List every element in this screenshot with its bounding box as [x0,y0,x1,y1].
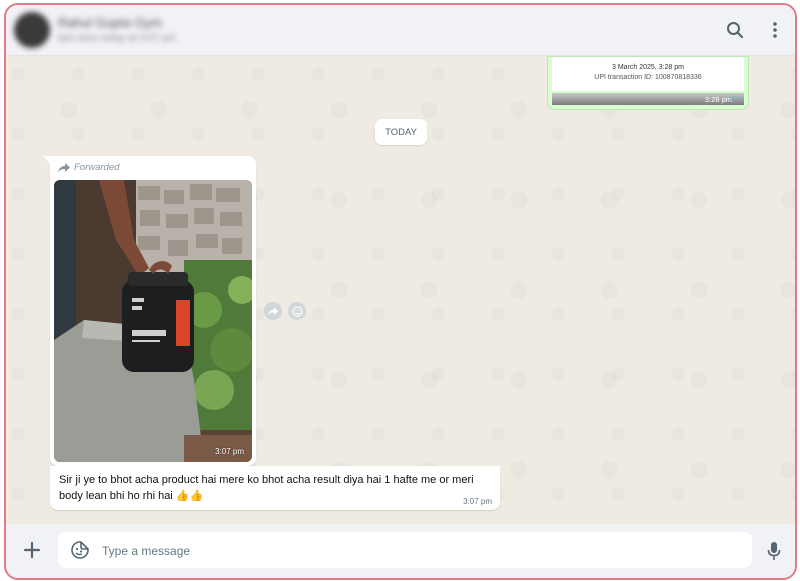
contact-status: last seen today at 3:07 pm [58,33,176,44]
forwarded-media-message[interactable]: Forwarded 3:07 pm [43,156,256,466]
search-icon[interactable] [724,19,746,41]
compose-bar [6,524,795,578]
emoji-icon [291,305,303,317]
chat-area[interactable]: 3 March 2025, 3:28 pm UPI transaction ID… [6,56,795,524]
microphone-icon[interactable] [764,540,784,562]
message-input-box[interactable] [58,532,752,570]
forward-arrow-icon [268,306,278,315]
outgoing-payment-message[interactable]: 3 March 2025, 3:28 pm UPI transaction ID… [547,56,749,110]
menu-icon[interactable] [764,19,786,41]
transaction-id: UPI transaction ID: 100870818336 [594,74,702,81]
forwarded-row: Forwarded [58,162,119,173]
payment-date: 3 March 2025, 3:28 pm [612,64,684,71]
product-photo[interactable]: 3:07 pm [54,180,252,462]
avatar[interactable] [14,12,50,48]
message-input[interactable] [100,532,724,570]
message-text: Sir ji ye to bhot acha product hai mere … [59,474,474,502]
bubble-tail [43,156,51,165]
read-ticks-icon: ✓✓ [728,94,742,103]
forwarded-label: Forwarded [74,162,120,173]
photo-time: 3:07 pm [215,447,244,456]
message-time: 3:07 pm [463,497,492,506]
sticker-icon[interactable] [70,540,90,560]
payment-card[interactable]: 3 March 2025, 3:28 pm UPI transaction ID… [552,57,744,91]
react-button[interactable] [288,302,306,320]
chat-header: Rahul Gupta Gym last seen today at 3:07 … [6,5,795,56]
incoming-text-message[interactable]: Sir ji ye to bhot acha product hai mere … [50,466,500,510]
attach-plus-icon[interactable] [20,538,44,562]
forward-arrow-icon [58,162,70,172]
contact-name[interactable]: Rahul Gupta Gym [58,15,162,30]
forward-button[interactable] [264,302,282,320]
whatsapp-window: Rahul Gupta Gym last seen today at 3:07 … [4,3,797,580]
date-divider: TODAY [375,119,427,145]
